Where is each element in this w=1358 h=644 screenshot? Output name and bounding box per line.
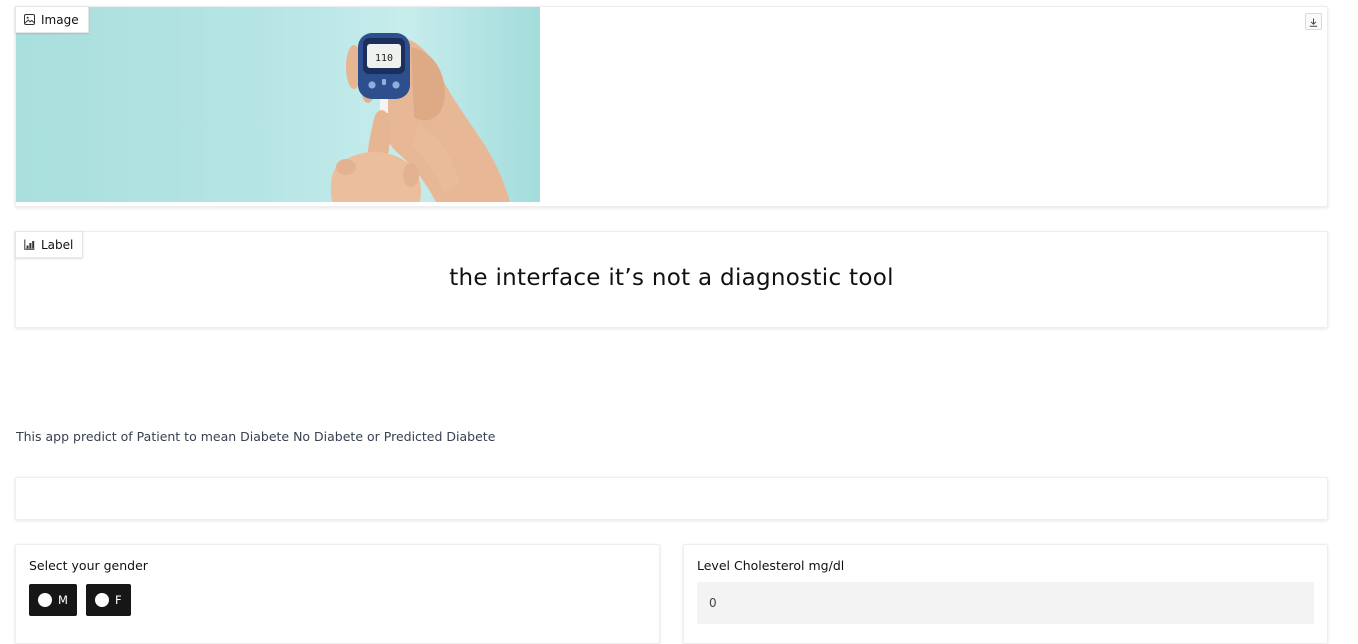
gender-radio-group: M F	[29, 584, 131, 616]
gender-panel: Select your gender M F	[15, 544, 660, 644]
app-description: This app predict of Patient to mean Diab…	[16, 429, 496, 444]
gender-label: Select your gender	[29, 558, 148, 573]
cholesterol-input[interactable]	[697, 582, 1314, 624]
image-output-panel: Image 110	[15, 6, 1328, 207]
empty-panel	[15, 477, 1328, 520]
label-tag: Label	[15, 231, 84, 258]
radio-circle-icon	[94, 593, 109, 607]
gender-option-label: M	[58, 593, 68, 607]
cholesterol-panel: Level Cholesterol mg/dl	[683, 544, 1328, 644]
bar-chart-icon	[24, 239, 35, 250]
image-icon	[24, 14, 35, 25]
radio-circle-icon	[38, 593, 52, 607]
label-output-panel: Label the interface it’s not a diagnosti…	[15, 231, 1328, 328]
download-button[interactable]	[1305, 13, 1322, 30]
gender-option-f[interactable]: F	[85, 584, 131, 616]
image-tag-label: Image	[41, 12, 79, 27]
svg-text:110: 110	[375, 53, 393, 64]
prediction-label-text: the interface it’s not a diagnostic tool	[449, 265, 894, 291]
glucose-meter-photo: 110	[16, 7, 540, 202]
gender-option-label: F	[114, 593, 122, 607]
image-tag: Image	[15, 6, 89, 33]
gender-option-m[interactable]: M	[29, 584, 77, 616]
cholesterol-label: Level Cholesterol mg/dl	[697, 558, 845, 573]
download-icon	[1309, 12, 1318, 31]
label-tag-label: Label	[41, 237, 74, 252]
